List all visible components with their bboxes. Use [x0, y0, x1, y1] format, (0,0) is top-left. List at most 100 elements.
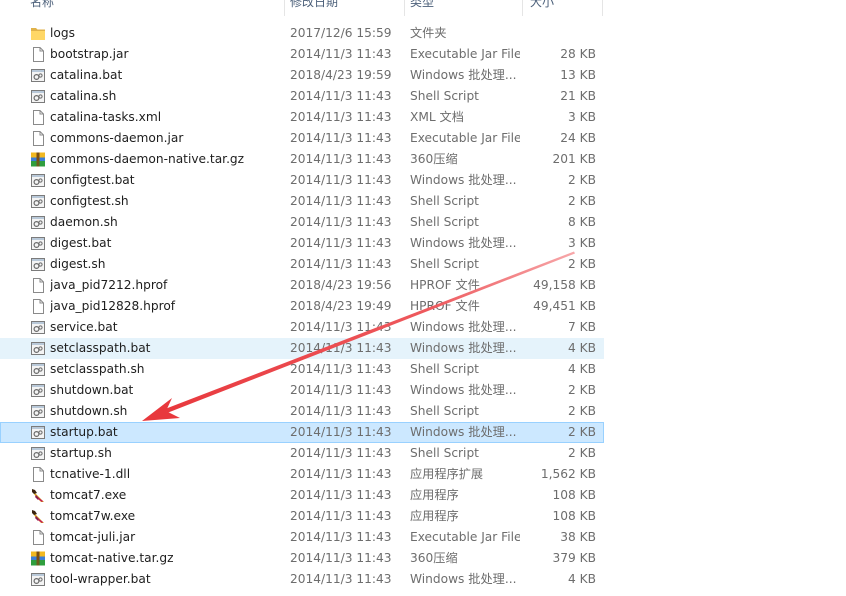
file-type: Windows 批处理...: [410, 425, 517, 439]
file-row[interactable]: startup.sh 2014/11/3 11:43 Shell Script 2 K…: [0, 443, 604, 464]
script-icon: [30, 571, 46, 588]
column-header-date[interactable]: 修改日期: [290, 0, 402, 16]
file-row[interactable]: java_pid12828.hprof 2018/4/23 19:49 HPROF …: [0, 296, 604, 317]
file-size: 201 KB: [552, 152, 597, 166]
file-type: Executable Jar File: [410, 47, 520, 61]
file-size: [526, 23, 596, 44]
file-row[interactable]: catalina.sh 2014/11/3 11:43 Shell Script 21…: [0, 86, 604, 107]
file-date-modified: 2014/11/3 11:43: [290, 341, 392, 355]
file-row[interactable]: daemon.sh 2014/11/3 11:43 Shell Script 8 KB: [0, 212, 604, 233]
file-type: 应用程序: [410, 509, 459, 523]
column-divider[interactable]: [602, 0, 603, 16]
file-row[interactable]: tomcat-juli.jar 2014/11/3 11:43 Executable…: [0, 527, 604, 548]
file-date-modified: 2014/11/3 11:43: [290, 530, 392, 544]
file-date-modified: 2014/11/3 11:43: [290, 47, 392, 61]
file-icon: [30, 109, 46, 126]
script-icon: [30, 235, 46, 252]
file-size: 1,562 KB: [540, 467, 596, 481]
file-row[interactable]: digest.bat 2014/11/3 11:43 Windows 批处理... 3…: [0, 233, 604, 254]
file-size: 2 KB: [568, 446, 596, 460]
file-type: Executable Jar File: [410, 131, 520, 145]
file-row[interactable]: shutdown.bat 2014/11/3 11:43 Windows 批处理..…: [0, 380, 604, 401]
file-type: Shell Script: [410, 257, 479, 271]
file-row[interactable]: setclasspath.bat 2014/11/3 11:43 Windows 批…: [0, 338, 604, 359]
file-size: 7 KB: [568, 320, 596, 334]
file-type: Windows 批处理...: [410, 383, 517, 397]
file-size: 108 KB: [552, 509, 597, 523]
script-icon: [30, 214, 46, 231]
file-type: Windows 批处理...: [410, 173, 517, 187]
column-header-name[interactable]: 名称: [30, 0, 282, 16]
file-date-modified: 2014/11/3 11:43: [290, 572, 392, 586]
file-name: startup.sh: [50, 446, 112, 460]
file-date-modified: 2014/11/3 11:43: [290, 362, 392, 376]
script-icon: [30, 256, 46, 273]
file-name: tomcat7.exe: [50, 488, 127, 502]
file-type: XML 文档: [410, 110, 464, 124]
file-row[interactable]: java_pid7212.hprof 2018/4/23 19:56 HPROF 文…: [0, 275, 604, 296]
file-type: 360压缩: [410, 551, 458, 565]
file-row[interactable]: digest.sh 2014/11/3 11:43 Shell Script 2 KB: [0, 254, 604, 275]
file-date-modified: 2014/11/3 11:43: [290, 89, 392, 103]
file-type: Windows 批处理...: [410, 68, 517, 82]
file-row[interactable]: tomcat-native.tar.gz 2014/11/3 11:43 360压缩…: [0, 548, 604, 569]
column-divider[interactable]: [522, 0, 523, 16]
file-date-modified: 2014/11/3 11:43: [290, 173, 392, 187]
file-size: 3 KB: [568, 236, 596, 250]
file-row[interactable]: tcnative-1.dll 2014/11/3 11:43 应用程序扩展 1,562…: [0, 464, 604, 485]
file-type: HPROF 文件: [410, 278, 480, 292]
file-name: setclasspath.bat: [50, 341, 151, 355]
file-row[interactable]: tomcat7w.exe 2014/11/3 11:43 应用程序 108 KB: [0, 506, 604, 527]
file-name: tcnative-1.dll: [50, 467, 131, 481]
script-icon: [30, 445, 46, 462]
file-row[interactable]: catalina.bat 2018/4/23 19:59 Windows 批处理..…: [0, 65, 604, 86]
file-name: tomcat-native.tar.gz: [50, 551, 174, 565]
file-row[interactable]: commons-daemon.jar 2014/11/3 11:43 Executa…: [0, 128, 604, 149]
file-row[interactable]: commons-daemon-native.tar.gz 2014/11/3 11…: [0, 149, 604, 170]
column-header-date-label: 修改日期: [290, 0, 339, 9]
file-row[interactable]: shutdown.sh 2014/11/3 11:43 Shell Script 2 …: [0, 401, 604, 422]
file-size: 49,451 KB: [533, 299, 596, 313]
file-date-modified: 2014/11/3 11:43: [290, 425, 392, 439]
file-explorer: 名称 修改日期 类型 大小 logs 2017/12/6 15:59 文件夹 boot…: [0, 0, 846, 596]
file-type: Shell Script: [410, 89, 479, 103]
column-divider[interactable]: [404, 0, 405, 16]
file-row[interactable]: logs 2017/12/6 15:59 文件夹: [0, 23, 604, 44]
file-name: java_pid7212.hprof: [50, 278, 168, 292]
file-row[interactable]: catalina-tasks.xml 2014/11/3 11:43 XML 文档 3…: [0, 107, 604, 128]
file-date-modified: 2018/4/23 19:56: [290, 278, 392, 292]
file-row[interactable]: configtest.sh 2014/11/3 11:43 Shell Script…: [0, 191, 604, 212]
file-date-modified: 2014/11/3 11:43: [290, 110, 392, 124]
file-row[interactable]: startup.bat 2014/11/3 11:43 Windows 批处理...…: [0, 422, 604, 443]
file-type: Shell Script: [410, 446, 479, 460]
file-type: Shell Script: [410, 404, 479, 418]
file-type: 应用程序扩展: [410, 467, 484, 481]
file-name: catalina-tasks.xml: [50, 110, 162, 124]
script-icon: [30, 193, 46, 210]
file-row[interactable]: bootstrap.jar 2014/11/3 11:43 Executable J…: [0, 44, 604, 65]
file-date-modified: 2014/11/3 11:43: [290, 131, 392, 145]
file-row[interactable]: configtest.bat 2014/11/3 11:43 Windows 批处理…: [0, 170, 604, 191]
file-type: 应用程序: [410, 488, 459, 502]
archive-icon: [30, 151, 46, 168]
file-size: 108 KB: [552, 488, 597, 502]
file-icon: [30, 46, 46, 63]
file-row[interactable]: setclasspath.sh 2014/11/3 11:43 Shell Scri…: [0, 359, 604, 380]
file-icon: [30, 529, 46, 546]
file-row[interactable]: tomcat7.exe 2014/11/3 11:43 应用程序 108 KB: [0, 485, 604, 506]
file-row[interactable]: tool-wrapper.bat 2014/11/3 11:43 Windows 批…: [0, 569, 604, 590]
file-row[interactable]: service.bat 2014/11/3 11:43 Windows 批处理...…: [0, 317, 604, 338]
column-divider[interactable]: [284, 0, 285, 16]
file-date-modified: 2014/11/3 11:43: [290, 383, 392, 397]
file-name: catalina.sh: [50, 89, 117, 103]
file-type: Windows 批处理...: [410, 236, 517, 250]
column-header-type[interactable]: 类型: [410, 0, 520, 16]
file-date-modified: 2014/11/3 11:43: [290, 257, 392, 271]
script-icon: [30, 403, 46, 420]
file-name: startup.bat: [50, 425, 118, 439]
file-size: 28 KB: [560, 47, 596, 61]
script-icon: [30, 424, 46, 441]
file-type: Windows 批处理...: [410, 341, 517, 355]
column-header-size[interactable]: 大小: [530, 0, 600, 16]
file-date-modified: 2014/11/3 11:43: [290, 194, 392, 208]
